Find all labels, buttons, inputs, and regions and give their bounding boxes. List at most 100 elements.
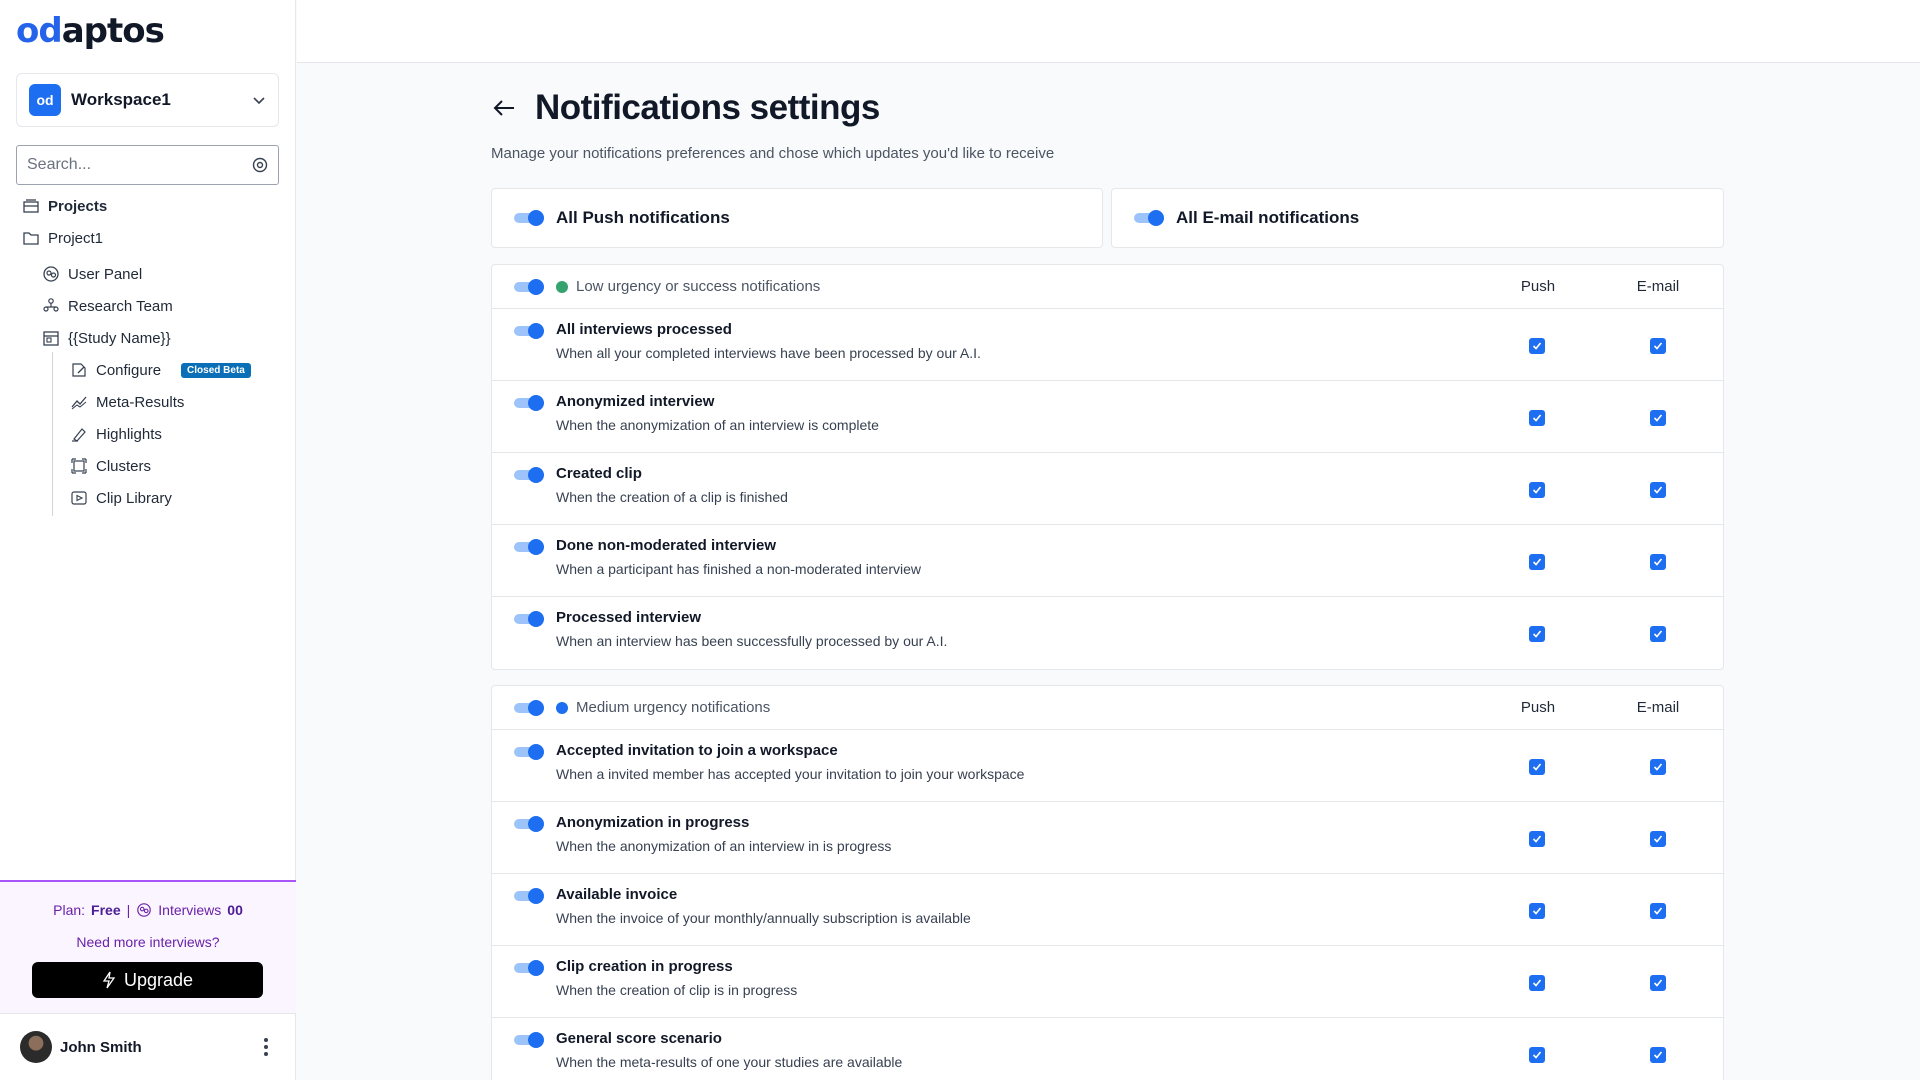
notification-name: Processed interview [556,609,702,626]
user-row: John Smith [0,1013,296,1080]
push-checkbox[interactable] [1529,975,1545,991]
notification-name: General score scenario [556,1030,722,1047]
notification-toggle[interactable] [514,611,544,627]
group-title: Low urgency or success notifications [576,278,821,295]
push-checkbox[interactable] [1529,1047,1545,1063]
notification-toggle[interactable] [514,888,544,904]
group-toggle[interactable] [514,278,544,295]
checkmark-icon [1653,979,1663,987]
push-checkbox[interactable] [1529,338,1545,354]
checkmark-icon [1532,1051,1542,1059]
email-checkbox[interactable] [1650,338,1666,354]
calendar-icon [43,331,59,346]
email-column-header: E-mail [1636,278,1680,295]
email-checkbox[interactable] [1650,975,1666,991]
sidebar-item-configure[interactable]: Configure Closed Beta [70,358,251,382]
sidebar-item-meta-results[interactable]: Meta-Results [70,390,184,414]
checkmark-icon [1532,763,1542,771]
notification-toggle[interactable] [514,816,544,832]
email-checkbox[interactable] [1650,482,1666,498]
notification-desc: When the invoice of your monthly/annuall… [556,910,971,926]
search-icon[interactable] [252,157,268,173]
interviews-count: 00 [227,902,243,918]
email-checkbox[interactable] [1650,626,1666,642]
sidebar-item-clip-library[interactable]: Clip Library [70,486,172,510]
notification-row: General score scenario When the meta-resu… [492,1018,1723,1080]
notification-desc: When an interview has been successfully … [556,633,948,649]
push-checkbox[interactable] [1529,903,1545,919]
interviews-icon [137,903,152,917]
email-checkbox[interactable] [1650,759,1666,775]
trend-icon [71,396,87,410]
checkmark-icon [1653,558,1663,566]
push-checkbox[interactable] [1529,626,1545,642]
email-column-header: E-mail [1636,699,1680,716]
notification-toggle[interactable] [514,323,544,339]
notification-toggle[interactable] [514,539,544,555]
push-checkbox[interactable] [1529,482,1545,498]
notification-desc: When the meta-results of one your studie… [556,1054,903,1070]
highlighter-icon [72,428,86,442]
email-checkbox[interactable] [1650,554,1666,570]
sidebar-item-project1[interactable]: Project1 [22,226,103,250]
notification-toggle[interactable] [514,960,544,976]
email-checkbox[interactable] [1650,1047,1666,1063]
plan-box: Plan: Free | Interviews 00 Need more int… [0,880,296,1013]
notification-desc: When the creation of clip is in progress [556,982,798,998]
need-more-link[interactable]: Need more interviews? [0,934,296,950]
sidebar-item-projects[interactable]: Projects [22,194,107,218]
notification-desc: When the anonymization of an interview i… [556,838,892,854]
workspace-selector[interactable]: od Workspace1 [16,73,279,127]
team-icon [43,298,59,312]
tree-line [52,352,53,516]
checkmark-icon [1532,558,1542,566]
push-checkbox[interactable] [1529,759,1545,775]
push-checkbox[interactable] [1529,410,1545,426]
notification-row: Available invoice When the invoice of you… [492,874,1723,946]
all-email-label: All E-mail notifications [1176,208,1360,227]
checkmark-icon [1532,979,1542,987]
status-dot [556,701,568,714]
notification-name: Accepted invitation to join a workspace [556,742,838,759]
notification-name: Anonymized interview [556,393,715,410]
group-header: Low urgency or success notifications Pus… [492,265,1723,309]
notification-desc: When the anonymization of an interview i… [556,417,879,433]
email-checkbox[interactable] [1650,410,1666,426]
sidebar-item-label: Research Team [68,297,173,315]
push-column-header: Push [1520,699,1556,716]
back-arrow-icon[interactable] [491,95,517,121]
notification-toggle[interactable] [514,467,544,483]
top-bar [297,0,1920,63]
notification-desc: When all your completed interviews have … [556,345,981,361]
notification-toggle[interactable] [514,395,544,411]
chevron-down-icon [253,97,265,105]
clusters-icon [71,458,87,474]
push-checkbox[interactable] [1529,554,1545,570]
avatar[interactable] [20,1031,52,1063]
notification-toggle[interactable] [514,1032,544,1048]
email-checkbox[interactable] [1650,903,1666,919]
all-push-toggle[interactable] [514,210,544,226]
all-email-toggle[interactable] [1134,210,1164,226]
workspace-icon: od [29,84,61,116]
sidebar-item-clusters[interactable]: Clusters [70,454,151,478]
group-toggle[interactable] [514,699,544,716]
push-checkbox[interactable] [1529,831,1545,847]
sidebar-item-label: {{Study Name}} [68,329,171,347]
more-options-icon[interactable] [256,1037,276,1057]
email-checkbox[interactable] [1650,831,1666,847]
notification-toggle[interactable] [514,744,544,760]
projects-icon [23,199,39,213]
search-input[interactable] [27,156,252,174]
sidebar-item-highlights[interactable]: Highlights [70,422,162,446]
odaptos-logo[interactable]: odaptos [16,11,165,51]
page-subtitle: Manage your notifications preferences an… [491,145,1055,162]
notification-row: Done non-moderated interview When a parti… [492,525,1723,597]
checkmark-icon [1653,630,1663,638]
sidebar-item-research-team[interactable]: Research Team [42,294,173,318]
page-title: Notifications settings [535,88,880,127]
sidebar-item-study[interactable]: {{Study Name}} [42,326,171,350]
upgrade-button[interactable]: Upgrade [32,962,263,998]
sidebar-item-user-panel[interactable]: User Panel [42,262,142,286]
notification-desc: When the creation of a clip is finished [556,489,788,505]
